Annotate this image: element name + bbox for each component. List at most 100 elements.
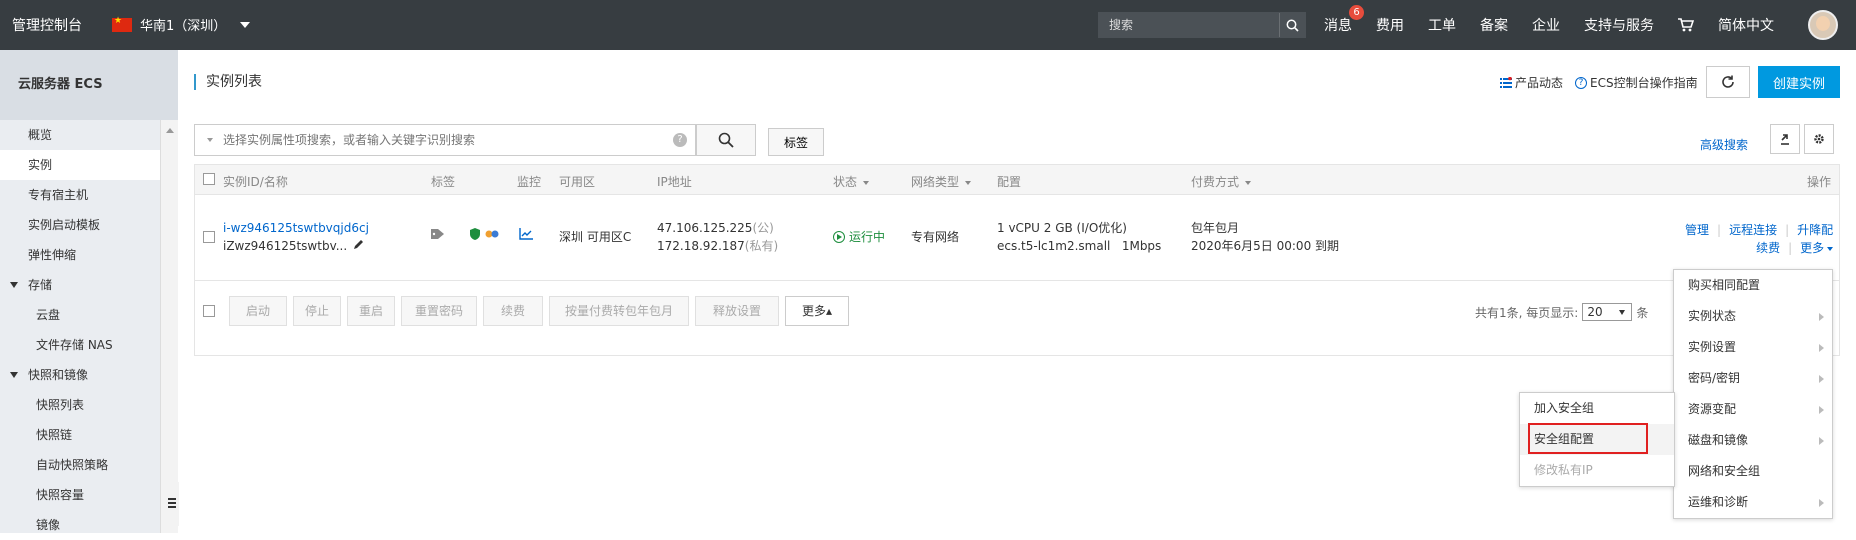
menu-network-security-group[interactable]: 网络和安全组 bbox=[1674, 456, 1832, 487]
footer-select-all-checkbox[interactable] bbox=[203, 305, 215, 317]
nav-enterprise[interactable]: 企业 bbox=[1532, 15, 1560, 35]
language-selector[interactable]: 简体中文 bbox=[1718, 15, 1774, 35]
stop-button[interactable]: 停止 bbox=[293, 296, 341, 326]
config-cell: 1 vCPU 2 GB (I/O优化) ecs.t5-lc1m2.small 1… bbox=[997, 219, 1161, 255]
col-network[interactable]: 网络类型 bbox=[911, 173, 972, 190]
select-all-checkbox[interactable] bbox=[203, 173, 215, 185]
sidebar-item-snapshot-chain[interactable]: 快照链 bbox=[0, 420, 160, 450]
config-type-bandwidth: ecs.t5-lc1m2.small 1Mbps bbox=[997, 239, 1162, 253]
convert-to-subscription-button[interactable]: 按量付费转包年包月 bbox=[549, 296, 689, 326]
highlight-annotation-box bbox=[1528, 423, 1648, 454]
col-status[interactable]: 状态 bbox=[833, 173, 870, 190]
search-icon[interactable] bbox=[1279, 13, 1305, 37]
more-actions-link[interactable]: 更多 bbox=[1800, 241, 1834, 255]
instance-search-button[interactable] bbox=[696, 124, 756, 156]
sidebar-group-storage[interactable]: 存储 bbox=[0, 270, 160, 300]
agent-status-icon[interactable] bbox=[485, 227, 499, 245]
nav-billing[interactable]: 费用 bbox=[1376, 15, 1404, 35]
nav-support[interactable]: 支持与服务 bbox=[1584, 15, 1654, 35]
sidebar-item-dedicated-hosts[interactable]: 专有宿主机 bbox=[0, 180, 160, 210]
caret-down-icon bbox=[1827, 246, 1834, 251]
sidebar-item-launch-templates[interactable]: 实例启动模板 bbox=[0, 210, 160, 240]
menu-password-key[interactable]: 密码/密钥 bbox=[1674, 363, 1832, 394]
divider: | bbox=[1788, 241, 1793, 255]
message-count-badge: 6 bbox=[1349, 5, 1364, 20]
sidebar-item-auto-snapshot-policy[interactable]: 自动快照策略 bbox=[0, 450, 160, 480]
restart-button[interactable]: 重启 bbox=[347, 296, 395, 326]
search-icon bbox=[718, 132, 734, 148]
ecs-guide-label: ECS控制台操作指南 bbox=[1590, 76, 1698, 90]
sidebar-menu: 概览 实例 专有宿主机 实例启动模板 弹性伸缩 存储 云盘 文件存储 NAS 快… bbox=[0, 120, 160, 540]
sidebar-group-snapshots-images[interactable]: 快照和镜像 bbox=[0, 360, 160, 390]
top-nav: 消息 6 费用 工单 备案 企业 支持与服务 简体中文 bbox=[1324, 0, 1798, 50]
sidebar-item-snapshot-list[interactable]: 快照列表 bbox=[0, 390, 160, 420]
menu-collapse-icon bbox=[168, 498, 176, 500]
sidebar-item-instances[interactable]: 实例 bbox=[0, 150, 160, 180]
col-billing[interactable]: 付费方式 bbox=[1191, 173, 1252, 190]
sidebar-item-overview[interactable]: 概览 bbox=[0, 120, 160, 150]
scroll-up-icon[interactable] bbox=[166, 128, 174, 133]
table-footer: 启动 停止 重启 重置密码 续费 按量付费转包年包月 释放设置 更多▴ 共有1条… bbox=[195, 281, 1839, 341]
sidebar-item-images[interactable]: 镜像 bbox=[0, 510, 160, 540]
menu-buy-same-config[interactable]: 购买相同配置 bbox=[1674, 270, 1832, 301]
monitor-chart-icon[interactable] bbox=[519, 227, 533, 245]
col-config: 配置 bbox=[997, 175, 1022, 189]
sidebar-item-disks[interactable]: 云盘 bbox=[0, 300, 160, 330]
settings-button[interactable] bbox=[1804, 124, 1834, 154]
private-ip-suffix: (私有) bbox=[744, 239, 779, 253]
remote-connect-link[interactable]: 远程连接 bbox=[1729, 223, 1777, 237]
menu-ops-diagnosis[interactable]: 运维和诊断 bbox=[1674, 487, 1832, 518]
menu-resource-change[interactable]: 资源变配 bbox=[1674, 394, 1832, 425]
refresh-button[interactable] bbox=[1706, 66, 1750, 98]
menu-instance-status[interactable]: 实例状态 bbox=[1674, 301, 1832, 332]
edit-pencil-icon[interactable] bbox=[353, 237, 365, 255]
console-home-link[interactable]: 管理控制台 bbox=[12, 15, 82, 35]
help-icon[interactable]: ? bbox=[673, 133, 687, 147]
menu-disk-image[interactable]: 磁盘和镜像 bbox=[1674, 425, 1832, 456]
sidebar-item-auto-scaling[interactable]: 弹性伸缩 bbox=[0, 240, 160, 270]
tag-filter-button[interactable]: 标签 bbox=[768, 128, 824, 156]
user-avatar[interactable] bbox=[1808, 10, 1838, 40]
advanced-search-link[interactable]: 高级搜索 bbox=[1700, 136, 1748, 153]
start-button[interactable]: 启动 bbox=[229, 296, 287, 326]
export-icon bbox=[1781, 134, 1789, 145]
pager-summary: 共有1条, 每页显示: bbox=[1475, 305, 1579, 320]
reset-password-button[interactable]: 重置密码 bbox=[401, 296, 477, 326]
region-selector[interactable]: 华南1（深圳） bbox=[112, 15, 251, 34]
sidebar-item-snapshot-capacity[interactable]: 快照容量 bbox=[0, 480, 160, 510]
manage-link[interactable]: 管理 bbox=[1685, 223, 1709, 237]
filter-dropdown-icon[interactable] bbox=[207, 138, 213, 142]
ecs-guide-link[interactable]: ? ECS控制台操作指南 bbox=[1575, 74, 1698, 91]
renew-button[interactable]: 续费 bbox=[483, 296, 543, 326]
ip-cell: 47.106.125.225(公) 172.18.92.187(私有) bbox=[657, 219, 778, 255]
cart-icon[interactable] bbox=[1678, 18, 1695, 32]
sidebar-item-nas[interactable]: 文件存储 NAS bbox=[0, 330, 160, 360]
nav-icp[interactable]: 备案 bbox=[1480, 15, 1508, 35]
row-checkbox[interactable] bbox=[203, 231, 215, 243]
page-size-select[interactable]: 20 bbox=[1582, 303, 1633, 321]
public-ip: 47.106.125.225 bbox=[657, 221, 753, 235]
menu-modify-private-ip[interactable]: 修改私有IP bbox=[1520, 455, 1674, 486]
global-search-input[interactable] bbox=[1099, 13, 1279, 37]
nav-messages[interactable]: 消息 6 bbox=[1324, 5, 1364, 35]
sidebar-collapse-handle[interactable] bbox=[165, 482, 179, 526]
header-links: 产品动态 ? ECS控制台操作指南 bbox=[1500, 74, 1698, 91]
release-settings-button[interactable]: 释放设置 bbox=[695, 296, 779, 326]
security-shield-icon[interactable] bbox=[469, 227, 481, 245]
nav-tickets[interactable]: 工单 bbox=[1428, 15, 1456, 35]
footer-more-button[interactable]: 更多▴ bbox=[785, 296, 849, 326]
tag-icon[interactable] bbox=[431, 227, 445, 245]
menu-join-security-group[interactable]: 加入安全组 bbox=[1520, 393, 1674, 424]
renew-link[interactable]: 续费 bbox=[1756, 241, 1780, 255]
create-instance-button[interactable]: 创建实例 bbox=[1758, 66, 1840, 98]
instance-id-link[interactable]: i-wz946125tswtbvqjd6cj bbox=[223, 219, 369, 237]
instance-search-input[interactable] bbox=[195, 125, 685, 155]
sidebar-scrollbar[interactable] bbox=[160, 120, 178, 533]
menu-instance-settings[interactable]: 实例设置 bbox=[1674, 332, 1832, 363]
upgrade-downgrade-link[interactable]: 升降配 bbox=[1797, 223, 1833, 237]
export-button[interactable] bbox=[1770, 124, 1800, 154]
china-flag-icon bbox=[112, 16, 132, 32]
table-row: i-wz946125tswtbvqjd6cj iZwz946125tswtbv.… bbox=[195, 195, 1839, 281]
page-title: 实例列表 bbox=[194, 74, 262, 90]
product-news-link[interactable]: 产品动态 bbox=[1500, 74, 1563, 91]
